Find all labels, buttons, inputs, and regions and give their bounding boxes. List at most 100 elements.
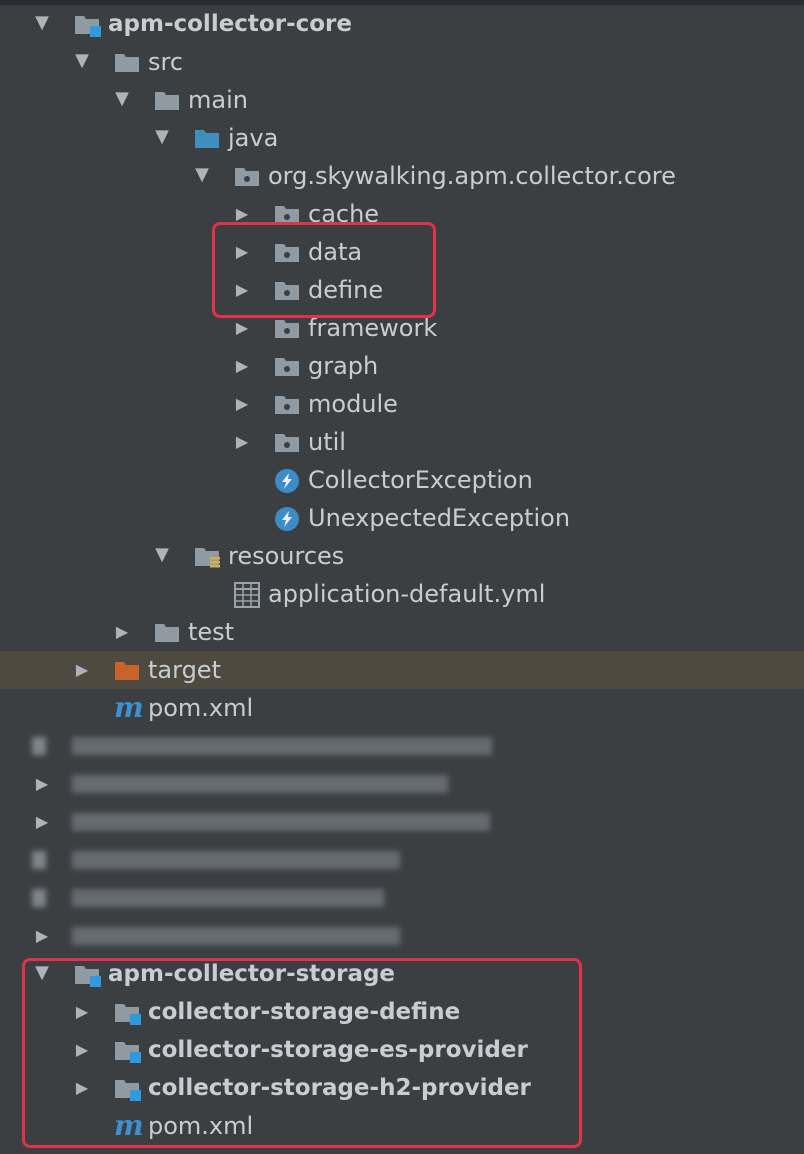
tree-row-module-core[interactable]: ▼ apm-collector-core	[0, 5, 804, 43]
pom-core-label: pom.xml	[148, 694, 254, 722]
chevron-right-icon[interactable]: ▶	[34, 814, 50, 830]
tree-row-pom-core[interactable]: m pom.xml	[0, 689, 804, 727]
chevron-right-icon[interactable]: ▶	[234, 206, 250, 222]
blurred-label	[72, 737, 492, 755]
chevron-down-icon[interactable]: ▼	[154, 128, 170, 146]
tree-row-cache[interactable]: ▶ cache	[0, 195, 804, 233]
tree-row-module[interactable]: ▶ module	[0, 385, 804, 423]
chevron-down-icon[interactable]: ▼	[34, 14, 50, 32]
chevron-down-icon[interactable]: ▼	[154, 546, 170, 564]
tree-row-target[interactable]: ▶ target	[0, 651, 804, 689]
tree-row-package[interactable]: ▼ org.skywalking.apm.collector.core	[0, 157, 804, 195]
storage-h2-provider-label: collector-storage-h2-provider	[148, 1075, 531, 1101]
package-icon	[274, 393, 299, 415]
chevron-right-icon[interactable]: ▶	[234, 358, 250, 374]
chevron-right-icon[interactable]: ▶	[74, 1004, 90, 1020]
maven-file-icon: m	[114, 691, 144, 724]
module-folder-icon	[114, 1001, 141, 1025]
blurred-label	[72, 775, 448, 793]
chevron-right-icon[interactable]: ▶	[234, 396, 250, 412]
tree-row-main[interactable]: ▼ main	[0, 81, 804, 119]
chevron-down-icon[interactable]: ▼	[194, 166, 210, 184]
src-label: src	[148, 48, 184, 76]
chevron-down-icon[interactable]: ▼	[74, 52, 90, 70]
collector-exception-label: CollectorException	[308, 466, 533, 494]
package-icon	[274, 241, 299, 263]
test-label: test	[188, 618, 235, 646]
chevron-right-icon[interactable]: ▶	[34, 776, 50, 792]
java-label: java	[228, 124, 279, 152]
package-icon	[274, 431, 299, 453]
tree-row-util[interactable]: ▶ util	[0, 423, 804, 461]
target-label: target	[148, 656, 221, 684]
blurred-arrow	[32, 737, 46, 755]
chevron-right-icon[interactable]: ▶	[74, 662, 90, 678]
tree-row-storage-h2-provider[interactable]: ▶ collector-storage-h2-provider	[0, 1069, 804, 1107]
tree-row-define[interactable]: ▶ define	[0, 271, 804, 309]
maven-file-icon: m	[114, 1109, 144, 1142]
module-folder-icon	[74, 963, 101, 987]
module-storage-label: apm-collector-storage	[108, 961, 396, 987]
resources-label: resources	[228, 542, 345, 570]
chevron-down-icon[interactable]: ▼	[34, 964, 50, 982]
chevron-right-icon[interactable]: ▶	[74, 1080, 90, 1096]
blurred-label	[72, 813, 490, 831]
util-label: util	[308, 428, 346, 456]
tree-row-blurred[interactable]	[0, 879, 804, 917]
tree-row-application-default[interactable]: application-default.yml	[0, 575, 804, 613]
module-core-label: apm-collector-core	[108, 11, 352, 37]
package-icon	[274, 317, 299, 339]
folder-icon	[114, 51, 139, 73]
cache-label: cache	[308, 200, 380, 228]
tree-row-data[interactable]: ▶ data	[0, 233, 804, 271]
blurred-label	[72, 889, 384, 907]
chevron-right-icon[interactable]: ▶	[234, 244, 250, 260]
folder-icon	[154, 621, 179, 643]
framework-label: framework	[308, 314, 438, 342]
tree-row-storage-es-provider[interactable]: ▶ collector-storage-es-provider	[0, 1031, 804, 1069]
tree-row-test[interactable]: ▶ test	[0, 613, 804, 651]
tree-row-module-storage[interactable]: ▼ apm-collector-storage	[0, 955, 804, 993]
exception-class-icon	[274, 468, 299, 493]
main-label: main	[188, 86, 248, 114]
chevron-right-icon[interactable]: ▶	[234, 320, 250, 336]
chevron-right-icon[interactable]: ▶	[234, 434, 250, 450]
tree-row-resources[interactable]: ▼ resources	[0, 537, 804, 575]
tree-row-blurred[interactable]: ▶	[0, 917, 804, 955]
excluded-folder-icon	[114, 659, 139, 681]
tree-row-graph[interactable]: ▶ graph	[0, 347, 804, 385]
blurred-arrow	[32, 889, 46, 907]
package-label: org.skywalking.apm.collector.core	[268, 162, 676, 190]
tree-row-collector-exception[interactable]: CollectorException	[0, 461, 804, 499]
module-folder-icon	[114, 1077, 141, 1101]
project-tree[interactable]: ▼ apm-collector-core ▼ src ▼ main ▼ java…	[0, 5, 804, 1145]
module-folder-icon	[114, 1039, 141, 1063]
tree-row-unexpected-exception[interactable]: UnexpectedException	[0, 499, 804, 537]
tree-row-blurred[interactable]: ▶	[0, 765, 804, 803]
package-icon	[234, 165, 259, 187]
data-label: data	[308, 238, 363, 266]
tree-row-blurred[interactable]	[0, 727, 804, 765]
module-label: module	[308, 390, 398, 418]
resources-folder-icon	[194, 545, 220, 568]
package-icon	[274, 279, 299, 301]
chevron-down-icon[interactable]: ▼	[114, 90, 130, 108]
yaml-file-icon	[234, 582, 260, 608]
blurred-label	[72, 927, 400, 945]
chevron-right-icon[interactable]: ▶	[34, 928, 50, 944]
tree-row-blurred[interactable]	[0, 841, 804, 879]
folder-icon	[154, 89, 179, 111]
tree-row-src[interactable]: ▼ src	[0, 43, 804, 81]
chevron-right-icon[interactable]: ▶	[234, 282, 250, 298]
tree-row-blurred[interactable]: ▶	[0, 803, 804, 841]
tree-row-pom-storage[interactable]: m pom.xml	[0, 1107, 804, 1145]
tree-row-java[interactable]: ▼ java	[0, 119, 804, 157]
exception-class-icon	[274, 506, 299, 531]
tree-row-storage-define[interactable]: ▶ collector-storage-define	[0, 993, 804, 1031]
chevron-right-icon[interactable]: ▶	[114, 624, 130, 640]
module-folder-icon	[74, 13, 101, 37]
chevron-right-icon[interactable]: ▶	[74, 1042, 90, 1058]
tree-row-framework[interactable]: ▶ framework	[0, 309, 804, 347]
application-default-label: application-default.yml	[268, 580, 546, 608]
storage-define-label: collector-storage-define	[148, 999, 461, 1025]
